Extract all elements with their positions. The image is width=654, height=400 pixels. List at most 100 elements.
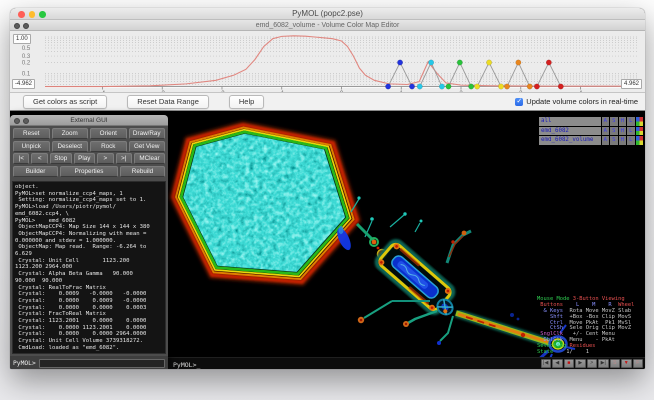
vcr-button[interactable]: > [586, 359, 597, 368]
ext-button-mclear[interactable]: MClear [134, 153, 165, 164]
color-point[interactable] [397, 59, 403, 66]
minimize-button[interactable] [28, 11, 35, 18]
ext-button-rebuild[interactable]: Rebuild [119, 165, 165, 177]
color-point[interactable] [515, 59, 522, 66]
object-menu-h[interactable]: H [618, 117, 626, 126]
realtime-checkbox-label: Update volume colors in real-time [526, 97, 638, 106]
console-line: 1123.200 2964.000 [15, 264, 73, 271]
color-point[interactable] [456, 59, 463, 66]
external-gui-titlebar: External GUI [10, 115, 168, 126]
svg-text:2: 2 [459, 91, 463, 92]
object-menu-h[interactable]: H [618, 136, 626, 145]
object-menu-a[interactable]: A [601, 117, 609, 126]
ext-button-draw-ray[interactable]: Draw/Ray [128, 128, 165, 139]
reset-range-button[interactable]: Reset Data Range [127, 94, 209, 109]
object-menu-s[interactable]: S [610, 136, 618, 145]
object-menu-a[interactable]: A [601, 126, 609, 135]
svg-text:0.2: 0.2 [22, 61, 31, 67]
xmin-input[interactable]: -4.962 [12, 79, 36, 89]
vcr-button[interactable]: ■ [563, 359, 574, 368]
object-name[interactable]: all [539, 117, 601, 126]
color-point[interactable] [474, 83, 481, 90]
color-point[interactable] [409, 83, 415, 90]
color-point[interactable] [526, 83, 533, 90]
console-line: Crystal: Unit Cell Volume 3739318272. [15, 338, 143, 345]
vcr-button[interactable]: ▶| [598, 359, 609, 368]
ext-button-unpick[interactable]: Unpick [13, 140, 50, 152]
svg-text:-4: -4 [100, 91, 106, 92]
external-gui-buttons: Reset Zoom Orient Draw/Ray Unpick Deselect Roc… [10, 126, 168, 179]
svg-text:4: 4 [579, 91, 583, 92]
ext-button-reset[interactable]: Reset [13, 128, 50, 139]
svg-text:-2: -2 [219, 91, 225, 92]
ext-button-properties[interactable]: Properties [60, 165, 118, 177]
ext-button--[interactable]: >| [115, 153, 133, 164]
close-button[interactable] [18, 11, 25, 18]
command-input[interactable] [38, 358, 165, 368]
object-menu-s[interactable]: S [610, 117, 618, 126]
ext-button-zoom[interactable]: Zoom [51, 128, 88, 139]
ext-button-stop[interactable]: Stop [49, 153, 72, 164]
color-point[interactable] [557, 83, 564, 90]
ext-button--[interactable]: < [31, 153, 48, 164]
help-button[interactable]: Help [228, 94, 265, 109]
editor-minimize-icon[interactable] [23, 22, 29, 29]
object-menu-c[interactable]: C [635, 136, 643, 145]
get-colors-button[interactable]: Get colors as script [23, 94, 108, 109]
ext-close-icon[interactable] [14, 117, 20, 124]
object-menu-h[interactable]: H [618, 126, 626, 135]
color-point[interactable] [428, 59, 435, 66]
object-menu-s[interactable]: S [610, 126, 618, 135]
ext-button-builder[interactable]: Builder [13, 165, 59, 177]
xmax-input[interactable]: 4.962 [620, 79, 642, 89]
console-line: Crystal: Unit Cell 1123.200 [15, 257, 130, 264]
ext-button-play[interactable]: Play [73, 153, 96, 164]
editor-close-icon[interactable] [14, 22, 20, 29]
ext-button-get-view[interactable]: Get View [128, 140, 165, 152]
color-point[interactable] [498, 83, 504, 90]
ext-button--[interactable]: |< [13, 153, 30, 164]
vcr-button[interactable]: ▼ [621, 359, 632, 368]
ymax-input[interactable]: 1.00 [13, 34, 31, 44]
object-row-emd_6082_volume: emd_6082_volumeASHLC [539, 136, 643, 145]
color-point[interactable] [533, 83, 540, 90]
editor-titlebar: emd_6082_volume - Volume Color Map Edito… [10, 20, 645, 31]
console-log[interactable]: object. PyMOL>set normalize_ccp4_maps, 1 … [12, 181, 166, 354]
color-point[interactable] [445, 83, 452, 90]
vcr-button[interactable]: S [609, 359, 620, 368]
object-menu-c[interactable]: C [635, 126, 643, 135]
volume-color-plot[interactable]: 0.5 0.30.2 0.1 -4 -3 -2 -1 0 1 2 3 4 1.00 -4.962 4.… [10, 31, 645, 93]
viewport[interactable]: PyMOL>_ External GUI Reset Zoom Orient Draw… [10, 111, 645, 369]
color-point[interactable] [486, 59, 492, 66]
vcr-button[interactable]: ◀ [552, 359, 563, 368]
color-point[interactable] [468, 83, 475, 90]
ext-button-deselect[interactable]: Deselect [51, 140, 88, 152]
ext-button--[interactable]: > [97, 153, 114, 164]
zoom-button[interactable] [39, 11, 46, 18]
pymol-window: PyMOL (popc2.pse) emd_6082_volume - Volu… [10, 8, 645, 369]
console-line: Crystal: 0.0009 -0.0000 -0.0000 [15, 291, 147, 298]
ext-button-rock[interactable]: Rock [90, 140, 127, 152]
object-menu-a[interactable]: A [601, 136, 609, 145]
console-line: Crystal: RealToFrac Matrix [15, 284, 106, 291]
color-point[interactable] [438, 83, 445, 90]
realtime-checkbox[interactable]: ✓ [515, 97, 524, 106]
vcr-button[interactable]: |◀ [540, 359, 551, 368]
color-point[interactable] [545, 59, 552, 66]
color-point[interactable] [416, 83, 423, 90]
object-menu-l[interactable]: L [627, 117, 635, 126]
ext-button-orient[interactable]: Orient [90, 128, 127, 139]
external-gui-title: External GUI [70, 117, 108, 124]
object-menu-l[interactable]: L [627, 136, 635, 145]
vcr-button[interactable]: ▶ [575, 359, 586, 368]
ext-minimize-icon[interactable] [23, 117, 29, 124]
object-name[interactable]: emd_6082_volume [539, 136, 601, 145]
svg-text:0: 0 [340, 91, 344, 92]
vcr-button[interactable]: F [632, 359, 643, 368]
console-line: ObjectMapCCP4: Normalizing with mean = [15, 230, 147, 237]
color-point[interactable] [385, 83, 392, 90]
object-menu-l[interactable]: L [627, 126, 635, 135]
object-menu-c[interactable]: C [635, 117, 643, 126]
object-name[interactable]: emd_6082 [539, 126, 601, 135]
color-point[interactable] [504, 83, 510, 90]
